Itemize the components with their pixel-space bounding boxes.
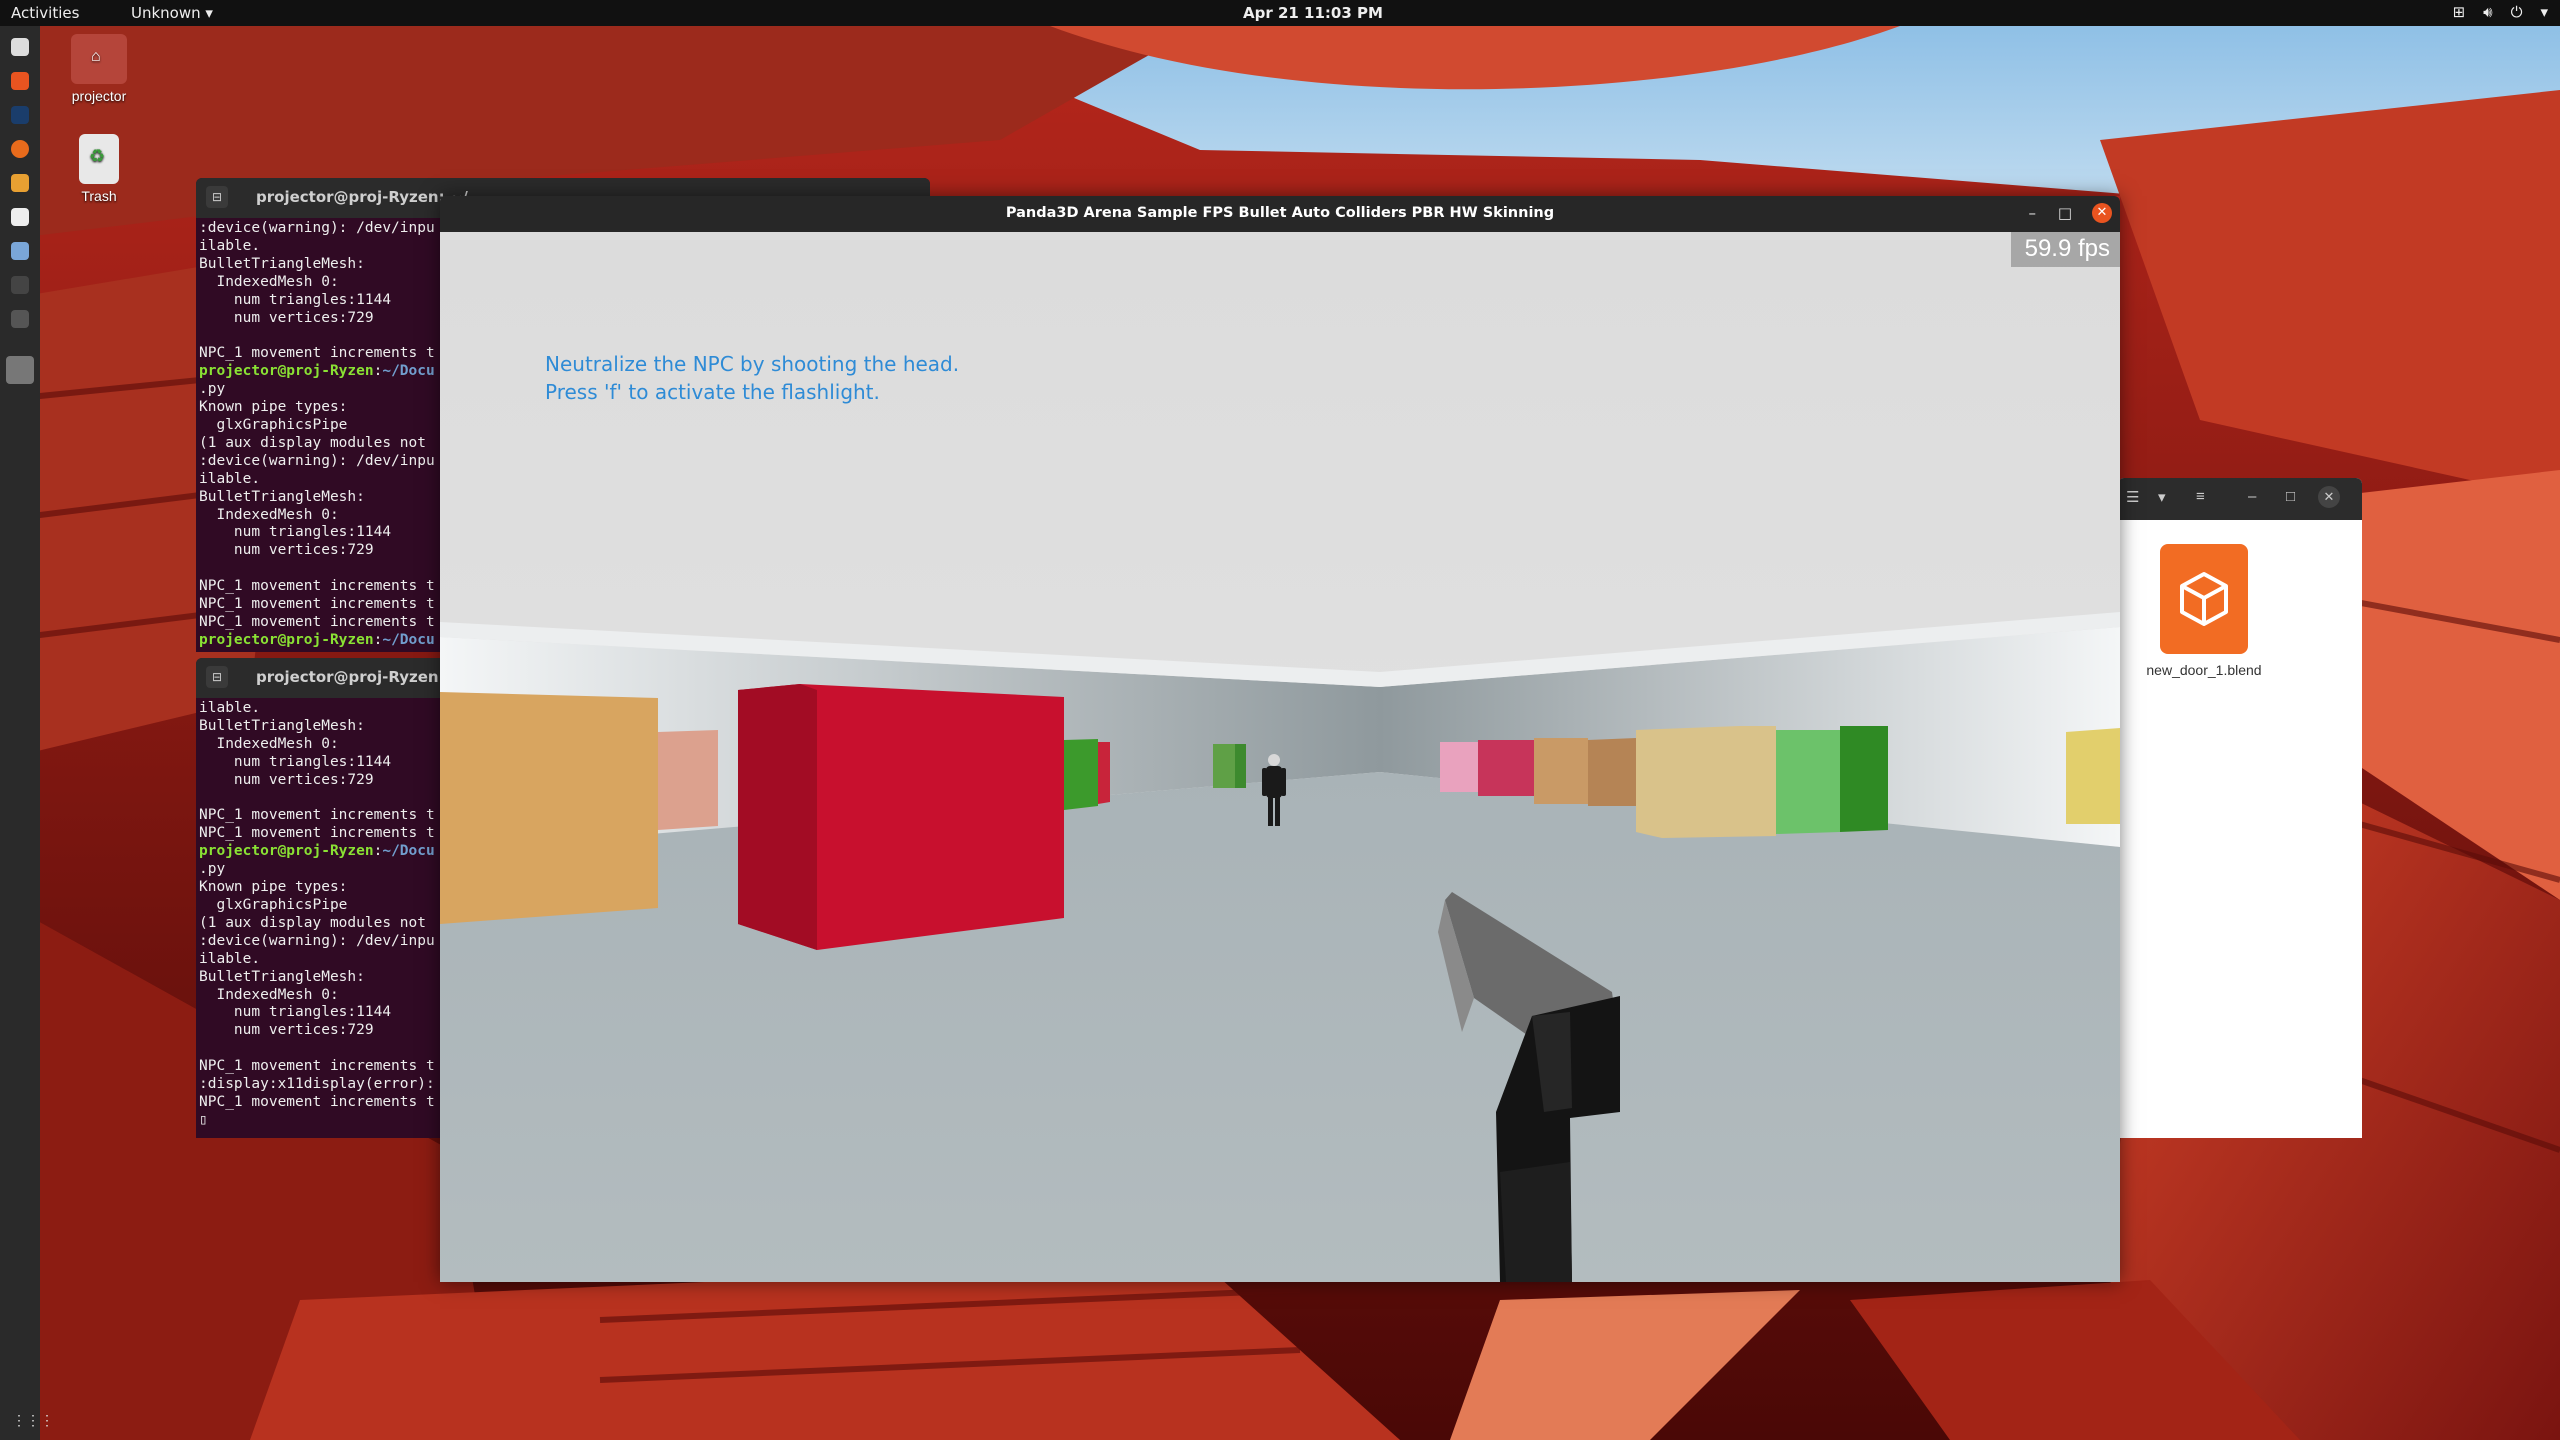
python-app-icon[interactable] — [11, 242, 29, 260]
hint-text-1: Neutralize the NPC by shooting the head. — [545, 352, 960, 376]
text-editor-app-icon[interactable] — [11, 208, 29, 226]
game-viewport[interactable]: 59.9 fps Neutralize the NPC by shooting … — [440, 232, 2120, 1282]
file-manager-headerbar[interactable]: ☰ ▾ ≡ – □ ✕ — [2118, 478, 2362, 520]
blender-app-icon[interactable] — [11, 174, 29, 192]
activities-button[interactable]: Activities — [11, 4, 79, 22]
clock[interactable]: Apr 21 11:03 PM — [1243, 4, 1383, 22]
file-manager-window[interactable]: ☰ ▾ ≡ – □ ✕ new_door_1.blend — [2118, 478, 2362, 1138]
dock: ⋮⋮⋮ — [0, 26, 54, 1440]
files-app-icon[interactable] — [11, 38, 29, 56]
close-icon[interactable]: ✕ — [2092, 203, 2112, 223]
minimize-icon[interactable]: – — [2029, 196, 2037, 230]
software-app-icon[interactable] — [11, 72, 29, 90]
trash-icon: ♻ — [79, 134, 119, 184]
file-item[interactable]: new_door_1.blend — [2144, 544, 2264, 678]
menu-icon[interactable]: ≡ — [2196, 488, 2205, 505]
desktop-icon-label: projector — [71, 88, 127, 104]
terminal-app-icon[interactable] — [11, 310, 29, 328]
panda3d-game-window[interactable]: Panda3D Arena Sample FPS Bullet Auto Col… — [440, 196, 2120, 1282]
firefox-app-icon[interactable] — [11, 140, 29, 158]
network-icon[interactable]: ⊞ — [2453, 3, 2466, 21]
chevron-down-icon[interactable]: ▾ — [2158, 488, 2166, 506]
active-app-icon[interactable] — [6, 356, 34, 384]
file-name: new_door_1.blend — [2146, 662, 2262, 678]
home-folder-icon: ⌂ — [71, 34, 127, 84]
chevron-down-icon[interactable]: ▾ — [2540, 3, 2548, 21]
power-icon[interactable]: ⏻ — [2511, 3, 2523, 21]
volume-icon[interactable]: 🔊︎ — [2483, 3, 2492, 21]
terminal-title: projector@proj-Ryzen: ~/ — [256, 188, 468, 206]
fps-counter: 59.9 fps — [2010, 232, 2120, 267]
show-apps-icon[interactable]: ⋮⋮⋮ — [12, 1412, 54, 1429]
top-bar: Activities Unknown ▾ Apr 21 11:03 PM ⊞ 🔊… — [0, 0, 2560, 26]
app-menu[interactable]: Unknown ▾ — [131, 4, 213, 22]
hint-text-2: Press 'f' to activate the flashlight. — [545, 380, 880, 404]
new-tab-icon[interactable]: ⊟ — [206, 186, 228, 208]
new-tab-icon[interactable]: ⊟ — [206, 666, 228, 688]
app-icon[interactable] — [11, 276, 29, 294]
maximize-icon[interactable]: □ — [2058, 196, 2072, 230]
desktop-icon-home[interactable]: ⌂ projector — [49, 34, 149, 104]
desktop-icon-label: Trash — [81, 188, 117, 204]
window-title: Panda3D Arena Sample FPS Bullet Auto Col… — [1005, 205, 1555, 221]
game-titlebar[interactable]: Panda3D Arena Sample FPS Bullet Auto Col… — [440, 196, 2120, 232]
list-view-icon[interactable]: ☰ — [2126, 488, 2139, 506]
minimize-icon[interactable]: – — [2248, 488, 2256, 505]
blender-file-icon — [2160, 544, 2248, 654]
desktop-icon-trash[interactable]: ♻ Trash — [49, 134, 149, 204]
system-tray[interactable]: ⊞ 🔊︎ ⏻ ▾ — [2453, 3, 2548, 21]
terminal-title: projector@proj-Ryzen: ~/ — [256, 668, 468, 686]
maximize-icon[interactable]: □ — [2286, 488, 2295, 505]
steam-app-icon[interactable] — [11, 106, 29, 124]
close-icon[interactable]: ✕ — [2318, 486, 2340, 508]
